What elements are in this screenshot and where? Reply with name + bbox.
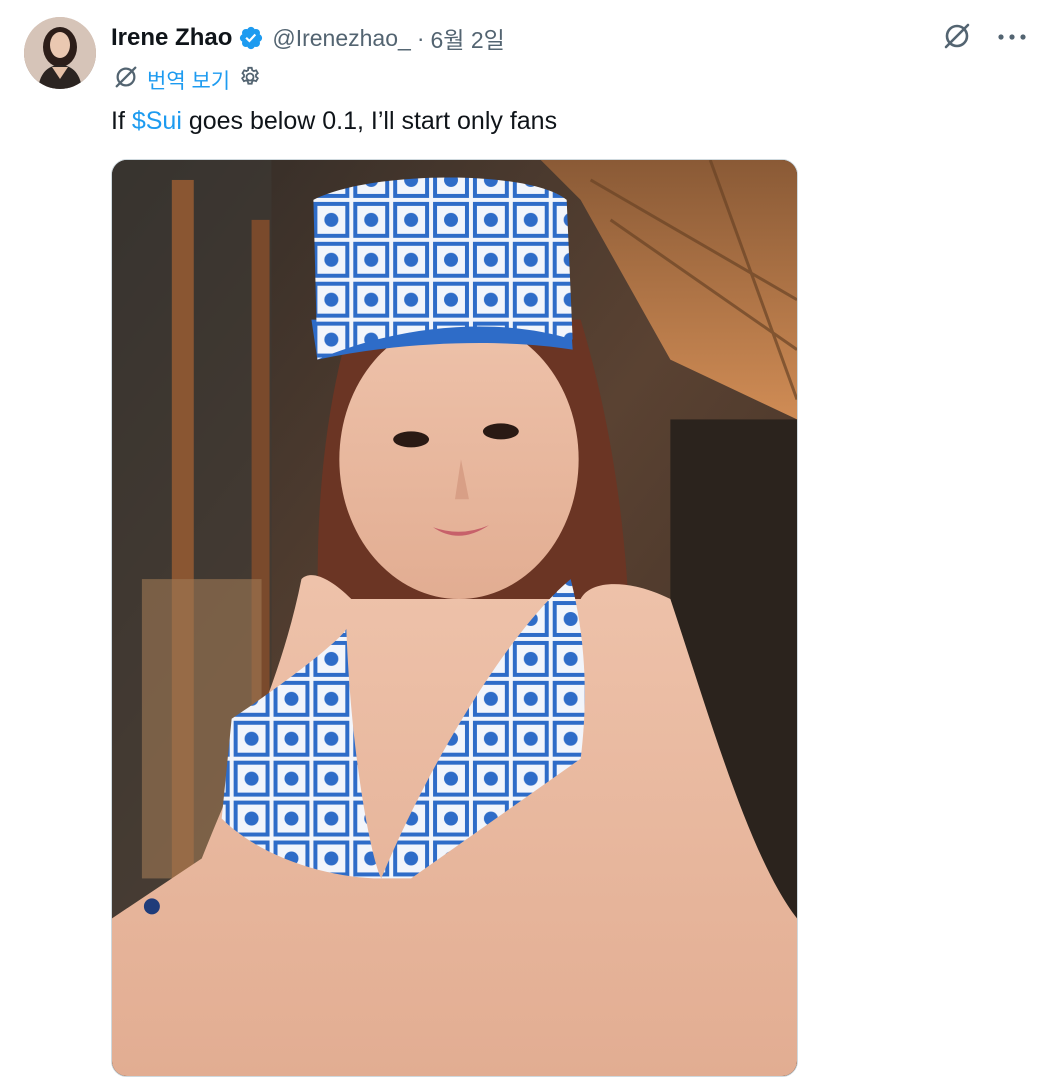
top-actions xyxy=(941,20,1027,57)
photo-image xyxy=(112,160,797,1076)
tweet-card[interactable]: Irene Zhao @Irenezhao_ · 6월 2일 번역 보기 If … xyxy=(0,0,1039,1084)
author-name[interactable]: Irene Zhao xyxy=(111,24,232,52)
separator-dot: · xyxy=(416,24,425,51)
gear-icon[interactable] xyxy=(238,65,262,94)
tweet-text-after: goes below 0.1, I’ll start only fans xyxy=(181,107,558,135)
tweet-photo[interactable] xyxy=(111,159,798,1077)
avatar[interactable] xyxy=(24,17,96,89)
translate-row: 번역 보기 xyxy=(113,64,262,95)
verified-badge-icon[interactable] xyxy=(238,25,264,51)
author-handle[interactable]: @Irenezhao_ xyxy=(272,25,410,52)
more-options-icon[interactable] xyxy=(997,30,1027,48)
tweet-text: If $Sui goes below 0.1, I’ll start only … xyxy=(111,104,557,138)
grok-icon[interactable] xyxy=(941,20,973,57)
grok-translate-icon[interactable] xyxy=(113,64,139,95)
translate-link[interactable]: 번역 보기 xyxy=(147,65,230,95)
avatar-image xyxy=(24,17,96,89)
tweet-header: Irene Zhao @Irenezhao_ · 6월 2일 xyxy=(111,22,505,54)
tweet-text-before: If xyxy=(111,107,132,135)
cashtag-link[interactable]: $Sui xyxy=(132,107,182,135)
tweet-date[interactable]: 6월 2일 xyxy=(430,21,504,55)
